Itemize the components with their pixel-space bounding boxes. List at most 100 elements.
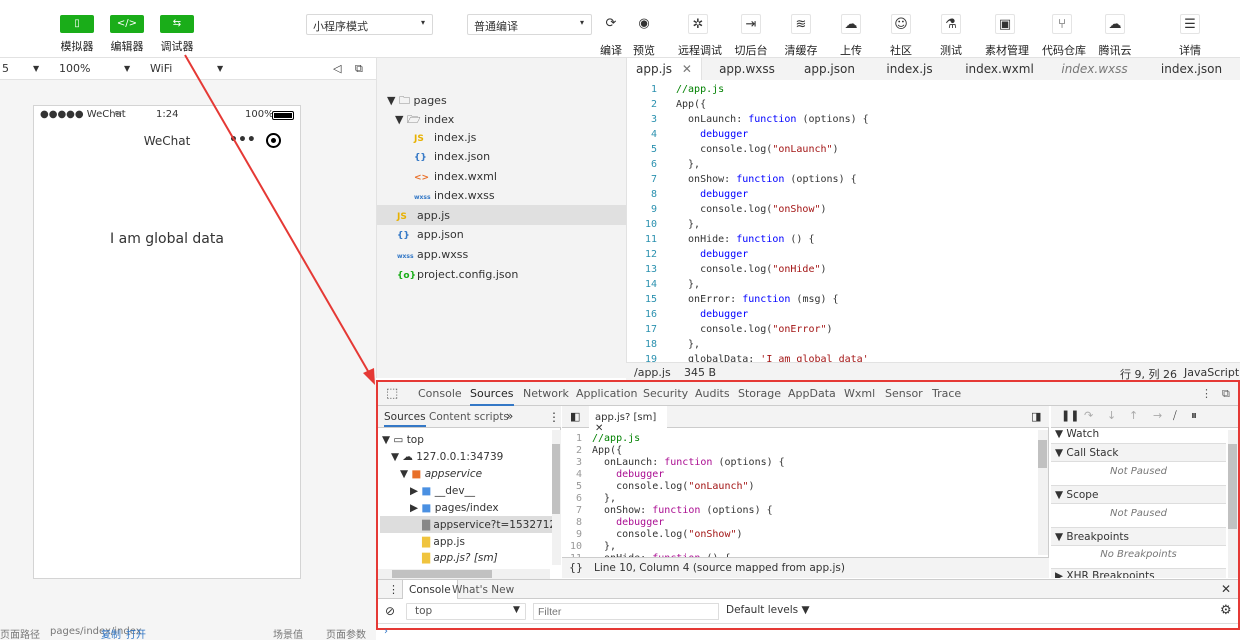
background-button[interactable]: ⇥ 切后台 bbox=[731, 14, 771, 58]
preview-button[interactable]: ◉ 预览 bbox=[624, 14, 664, 58]
mode-select[interactable]: 小程序模式 ▾ bbox=[306, 14, 433, 35]
nav-vscrollbar[interactable] bbox=[552, 430, 561, 565]
code-line[interactable]: debugger bbox=[676, 309, 748, 320]
source-vscrollbar[interactable] bbox=[1038, 430, 1048, 555]
tab-trace[interactable]: Trace bbox=[932, 387, 961, 400]
chevron-double-right-icon[interactable]: » bbox=[506, 409, 513, 423]
nav-pages-index-folder[interactable]: ▶ ■ pages/index bbox=[410, 502, 499, 514]
drawer-tab-whats-new[interactable]: What's New bbox=[452, 584, 514, 596]
console-prompt[interactable]: › bbox=[384, 626, 388, 637]
call-stack-header[interactable]: ▼ Call Stack bbox=[1051, 443, 1226, 462]
tab-application[interactable]: Application bbox=[576, 387, 637, 400]
tab-network[interactable]: Network bbox=[523, 387, 569, 400]
nav-host[interactable]: ▼ ☁ 127.0.0.1:34739 bbox=[391, 451, 503, 463]
drawer-tab-console[interactable]: Console bbox=[402, 580, 458, 599]
kebab-menu-icon[interactable]: ⋮ bbox=[388, 583, 399, 596]
tab-sources[interactable]: Sources bbox=[470, 387, 514, 406]
tree-file-index-json[interactable]: {} index.json bbox=[414, 150, 490, 163]
tree-file-app-json[interactable]: {} app.json bbox=[397, 228, 464, 241]
code-line[interactable]: onShow: function (options) { bbox=[676, 174, 857, 185]
tree-file-index-wxml[interactable]: <> index.wxml bbox=[414, 170, 497, 183]
tab-appdata[interactable]: AppData bbox=[788, 387, 836, 400]
nav-app-js[interactable]: ▇ app.js bbox=[422, 536, 465, 548]
remote-debug-button[interactable]: ✲ 远程调试 bbox=[678, 14, 722, 58]
source-tab[interactable]: app.js? [sm] ✕ bbox=[589, 406, 667, 434]
tab-index-wxss[interactable]: index.wxss bbox=[1047, 58, 1142, 80]
close-icon[interactable]: ✕ bbox=[682, 62, 692, 76]
more-dots-icon[interactable]: ••• bbox=[229, 132, 256, 148]
tab-sensor[interactable]: Sensor bbox=[885, 387, 923, 400]
context-select[interactable]: top ▼ bbox=[406, 603, 526, 620]
code-line[interactable]: App({ bbox=[592, 445, 622, 456]
tab-app-wxss[interactable]: app.wxss bbox=[702, 58, 792, 80]
tab-storage[interactable]: Storage bbox=[738, 387, 781, 400]
close-capsule-icon[interactable] bbox=[266, 133, 281, 148]
undock-icon[interactable]: ⧉ bbox=[1222, 387, 1230, 401]
tab-audits[interactable]: Audits bbox=[695, 387, 730, 400]
toggle-debugger-icon[interactable]: ◨ bbox=[1031, 410, 1041, 423]
code-line[interactable]: //app.js bbox=[592, 433, 640, 444]
tree-file-index-wxss[interactable]: wxss index.wxss bbox=[414, 189, 495, 202]
inspect-icon[interactable]: ⬚ bbox=[386, 386, 398, 401]
nav-hscrollbar[interactable] bbox=[378, 569, 550, 579]
details-button[interactable]: ☰ 详情 bbox=[1170, 14, 1210, 58]
code-line[interactable]: console.log("onShow") bbox=[676, 204, 826, 215]
tree-file-app-wxss[interactable]: wxss app.wxss bbox=[397, 248, 468, 261]
tab-index-json[interactable]: index.json bbox=[1142, 58, 1240, 80]
editor-button[interactable]: </> bbox=[110, 15, 144, 33]
nav-appservice[interactable]: ▼ ■ appservice bbox=[400, 468, 482, 480]
console-filter-input[interactable] bbox=[533, 603, 719, 620]
nav-tab-content-scripts[interactable]: Content scripts bbox=[429, 411, 509, 423]
pretty-print-icon[interactable]: {} bbox=[569, 561, 583, 574]
code-line[interactable]: onError: function (msg) { bbox=[676, 294, 839, 305]
code-line[interactable]: debugger bbox=[676, 189, 748, 200]
chevron-down-icon[interactable]: ▼ bbox=[124, 64, 130, 73]
code-line[interactable]: }, bbox=[676, 219, 700, 230]
network-select[interactable]: WiFi bbox=[150, 62, 172, 75]
code-line[interactable]: }, bbox=[676, 159, 700, 170]
debugger-button[interactable]: ⇆ bbox=[160, 15, 194, 33]
code-line[interactable]: }, bbox=[676, 339, 700, 350]
scope-header[interactable]: ▼ Scope bbox=[1051, 485, 1226, 504]
tab-wxml[interactable]: Wxml bbox=[844, 387, 875, 400]
pause-on-exceptions-icon[interactable]: ⏸ bbox=[1191, 408, 1197, 423]
test-button[interactable]: ⚗ 测试 bbox=[931, 14, 971, 58]
step-over-icon[interactable]: ↷ bbox=[1084, 409, 1093, 422]
nav-appservice-file[interactable]: ▇ appservice?t=153271215 bbox=[422, 519, 552, 531]
code-line[interactable]: console.log("onShow") bbox=[592, 529, 742, 540]
watch-section[interactable]: ▼ Watch bbox=[1055, 428, 1225, 440]
nav-tab-sources[interactable]: Sources bbox=[384, 411, 426, 427]
code-line[interactable]: debugger bbox=[592, 469, 664, 480]
simulator-button[interactable]: ▯ bbox=[60, 15, 94, 33]
tab-console[interactable]: Console bbox=[418, 387, 462, 400]
kebab-menu-icon[interactable]: ⋮ bbox=[1201, 387, 1212, 400]
code-line[interactable]: onShow: function (options) { bbox=[592, 505, 773, 516]
chevron-down-icon[interactable]: ▼ bbox=[33, 64, 39, 73]
deactivate-breakpoints-icon[interactable]: ⧸ bbox=[1173, 409, 1177, 423]
tree-folder-pages[interactable]: ▼ 🗀 pages bbox=[387, 92, 447, 111]
step-icon[interactable]: → bbox=[1153, 409, 1162, 422]
debugger-vscrollbar[interactable] bbox=[1228, 430, 1238, 578]
tree-file-project-config[interactable]: {o}project.config.json bbox=[397, 268, 518, 281]
clear-cache-button[interactable]: ≋ 清缓存 bbox=[781, 14, 821, 58]
assets-button[interactable]: ▣ 素材管理 bbox=[985, 14, 1029, 58]
chevron-down-icon[interactable]: ▼ bbox=[217, 64, 223, 73]
repo-button[interactable]: ⑂ 代码仓库 bbox=[1042, 14, 1086, 58]
compile-select[interactable]: 普通编译 ▾ bbox=[467, 14, 592, 35]
code-line[interactable]: onLaunch: function (options) { bbox=[592, 457, 785, 468]
nav-dev-folder[interactable]: ▶ ■ __dev__ bbox=[410, 485, 475, 497]
xhr-breakpoints-header[interactable]: ▶ XHR Breakpoints bbox=[1051, 568, 1226, 578]
kebab-menu-icon[interactable]: ⋮ bbox=[548, 410, 560, 424]
tree-file-index-js[interactable]: JS index.js bbox=[414, 131, 476, 144]
tab-app-json[interactable]: app.json bbox=[792, 58, 867, 80]
tab-app-js[interactable]: app.js ✕ bbox=[627, 58, 702, 80]
nav-top[interactable]: ▼ ▭ top bbox=[382, 434, 424, 446]
tree-file-app-js[interactable]: JS app.js bbox=[397, 209, 450, 222]
code-line[interactable]: console.log("onHide") bbox=[676, 264, 826, 275]
step-out-icon[interactable]: ↑ bbox=[1129, 409, 1138, 422]
code-line[interactable]: }, bbox=[592, 493, 616, 504]
upload-button[interactable]: ☁ 上传 bbox=[831, 14, 871, 58]
popout-icon[interactable]: ⧉ bbox=[355, 62, 363, 76]
tencent-cloud-button[interactable]: ☁ 腾讯云 bbox=[1095, 14, 1135, 58]
code-line[interactable]: onHide: function () { bbox=[676, 234, 814, 245]
